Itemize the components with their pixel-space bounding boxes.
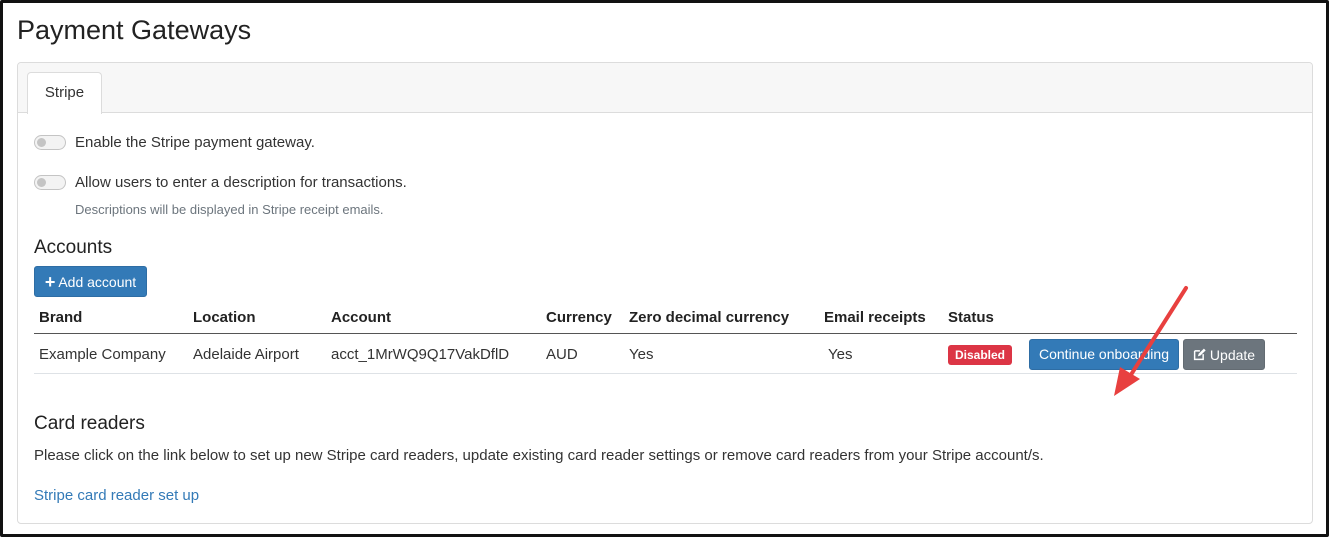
col-account: Account [331,309,391,326]
tab-bar: Stripe [18,63,1312,114]
enable-gateway-label: Enable the Stripe payment gateway. [75,134,315,151]
col-status: Status [948,309,994,326]
tab-stripe[interactable]: Stripe [27,72,102,114]
table-header-divider [34,333,1297,334]
update-label: Update [1209,346,1256,363]
allow-description-row: Allow users to enter a description for t… [34,174,407,191]
enable-gateway-toggle[interactable] [34,135,66,150]
add-account-label: Add account [58,273,137,290]
cell-currency: AUD [546,346,578,363]
cell-location: Adelaide Airport [193,346,299,363]
cell-email-receipts: Yes [828,346,853,363]
enable-gateway-row: Enable the Stripe payment gateway. [34,134,315,151]
annotation-arrow-icon [1114,286,1188,396]
cell-account: acct_1MrWQ9Q17VakDflD [331,346,510,363]
table-row-divider [34,373,1297,374]
col-zero-decimal: Zero decimal currency [629,309,790,326]
plus-icon: + [44,271,56,292]
gateway-panel: Stripe Enable the Stripe payment gateway… [17,62,1313,524]
allow-description-label: Allow users to enter a description for t… [75,174,407,191]
add-account-button[interactable]: + Add account [34,266,147,297]
status-badge: Disabled [948,345,1012,365]
page-title: Payment Gateways [17,15,252,45]
accounts-heading: Accounts [34,237,113,258]
col-brand: Brand [39,309,83,326]
card-readers-description: Please click on the link below to set up… [34,447,1044,464]
cell-brand: Example Company [39,346,166,363]
card-reader-setup-link[interactable]: Stripe card reader set up [34,487,199,504]
allow-description-toggle[interactable] [34,175,66,190]
col-location: Location [193,309,256,326]
card-readers-heading: Card readers [34,413,145,434]
cell-zero-decimal: Yes [629,346,654,363]
col-email-receipts: Email receipts [824,309,926,326]
col-currency: Currency [546,309,612,326]
description-help-text: Descriptions will be displayed in Stripe… [75,202,384,217]
